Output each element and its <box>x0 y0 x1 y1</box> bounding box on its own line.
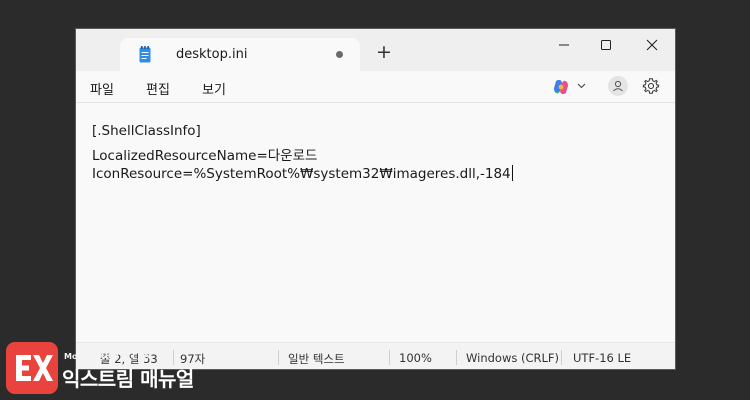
editor-line-3-text: IconResource=%SystemRoot%₩system32₩image… <box>92 166 511 182</box>
menu-file[interactable]: 파일 <box>90 79 114 98</box>
maximize-icon <box>601 40 611 50</box>
copilot-icon[interactable] <box>552 78 570 96</box>
tab-desktop-ini[interactable]: desktop.ini <box>120 38 360 71</box>
menu-edit[interactable]: 편집 <box>146 79 170 98</box>
minimize-icon <box>559 44 569 46</box>
maximize-button[interactable] <box>583 33 629 57</box>
status-line-ending[interactable]: Windows (CRLF) <box>466 351 559 365</box>
menu-bar: 파일 편집 보기 <box>76 71 675 103</box>
watermark-brand: 익스트림 매뉴얼 <box>62 367 194 391</box>
tab-title: desktop.ini <box>176 47 248 62</box>
chevron-down-icon[interactable] <box>577 81 586 90</box>
close-icon <box>646 39 658 51</box>
unsaved-dot-icon[interactable] <box>336 51 343 58</box>
status-encoding[interactable]: UTF-16 LE <box>573 351 631 365</box>
watermark-badge <box>6 342 58 394</box>
title-bar: desktop.ini + <box>76 29 675 71</box>
status-divider <box>561 350 562 365</box>
account-icon <box>613 80 623 92</box>
minimize-button[interactable] <box>541 33 587 57</box>
watermark-tagline: More Better IT Life <box>64 352 149 361</box>
settings-gear-icon[interactable] <box>642 77 660 95</box>
status-divider <box>278 350 279 365</box>
notepad-icon <box>139 46 151 63</box>
editor-line-2: LocalizedResourceName=다운로드 <box>92 148 318 164</box>
close-button[interactable] <box>629 33 675 57</box>
watermark-logo-icon <box>16 355 53 381</box>
site-watermark: More Better IT Life 익스트림 매뉴얼 <box>6 342 206 396</box>
status-text-format[interactable]: 일반 텍스트 <box>288 351 345 367</box>
status-divider <box>456 350 457 365</box>
notepad-window: desktop.ini + 파일 편집 보기 [.ShellClassInfo]… <box>75 28 676 370</box>
status-zoom[interactable]: 100% <box>399 351 432 365</box>
status-divider <box>389 350 390 365</box>
account-avatar[interactable] <box>608 76 628 96</box>
editor-line-3: IconResource=%SystemRoot%₩system32₩image… <box>92 165 513 182</box>
menu-view[interactable]: 보기 <box>202 79 226 98</box>
new-tab-icon[interactable]: + <box>376 43 392 62</box>
text-editor[interactable]: [.ShellClassInfo] LocalizedResourceName=… <box>76 103 675 343</box>
text-caret <box>511 165 513 181</box>
editor-line-1: [.ShellClassInfo] <box>92 123 201 139</box>
